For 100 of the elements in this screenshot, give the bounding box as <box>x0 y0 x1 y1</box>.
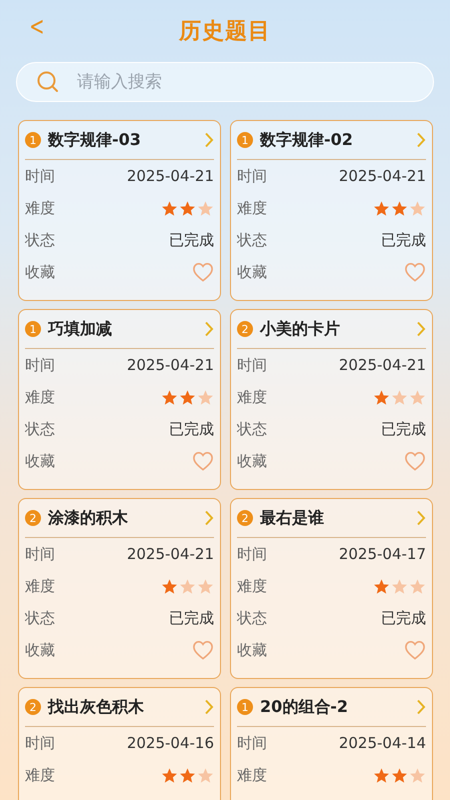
question-card[interactable]: 2 小美的卡片 时间 2025-04-21 难度 状态 已完成 收藏 <box>230 309 433 490</box>
row-label: 收藏 <box>237 640 267 660</box>
row-value: 2025-04-17 <box>338 545 426 563</box>
row-value: 已完成 <box>381 608 426 628</box>
row-label: 难度 <box>25 388 55 406</box>
card-title: 20的组合-2 <box>260 696 350 718</box>
star-icon <box>197 578 214 594</box>
row-label: 时间 <box>25 356 55 374</box>
star-icon <box>197 766 214 784</box>
chevron-right-icon[interactable] <box>204 132 214 148</box>
number-badge: 1 <box>237 699 253 715</box>
row-label: 时间 <box>237 356 267 374</box>
chevron-right-icon[interactable] <box>416 510 426 526</box>
star-icon <box>373 578 390 594</box>
row-label: 难度 <box>237 766 267 784</box>
number-badge: 2 <box>25 699 41 715</box>
question-card[interactable]: 2 最右是谁 时间 2025-04-17 难度 状态 已完成 收藏 <box>230 498 433 679</box>
row-value: 2025-04-21 <box>338 167 426 185</box>
heart-icon[interactable] <box>192 262 214 282</box>
number-badge: 1 <box>25 321 41 337</box>
row-value: 2025-04-21 <box>338 356 426 374</box>
heart-icon[interactable] <box>192 640 214 660</box>
row-label: 状态 <box>25 230 55 250</box>
row-label: 难度 <box>25 198 55 218</box>
chevron-right-icon[interactable] <box>204 699 214 715</box>
number-badge: 2 <box>237 321 253 337</box>
row-label: 难度 <box>237 576 267 596</box>
row-label: 收藏 <box>25 262 55 282</box>
heart-icon[interactable] <box>192 451 214 471</box>
star-icon <box>161 388 178 406</box>
row-label: 状态 <box>25 608 55 628</box>
card-title: 巧填加减 <box>48 318 113 340</box>
row-label: 时间 <box>237 734 267 752</box>
star-icon <box>391 578 408 594</box>
row-label: 状态 <box>237 420 267 438</box>
row-label: 收藏 <box>237 262 267 282</box>
star-icon <box>373 388 390 406</box>
row-value: 已完成 <box>169 608 214 628</box>
row-value: 2025-04-14 <box>338 734 426 752</box>
card-title: 数字规律-02 <box>260 130 354 150</box>
row-label: 时间 <box>237 544 267 564</box>
question-card[interactable]: 1 20的组合-2 时间 2025-04-14 难度 <box>230 687 433 800</box>
card-title: 最右是谁 <box>260 508 325 528</box>
row-value: 2025-04-21 <box>126 545 214 563</box>
row-label: 难度 <box>237 388 267 406</box>
row-label: 时间 <box>25 544 55 564</box>
question-card[interactable]: 1 数字规律-03 时间 2025-04-21 难度 状态 已完成 收藏 <box>18 120 221 301</box>
row-label: 时间 <box>25 166 55 186</box>
row-value: 已完成 <box>381 420 426 438</box>
row-label: 时间 <box>237 166 267 186</box>
star-icon <box>409 766 426 784</box>
star-icon <box>197 388 214 406</box>
question-card[interactable]: 1 巧填加减 时间 2025-04-21 难度 状态 已完成 收藏 <box>18 309 221 490</box>
row-label: 难度 <box>237 198 267 218</box>
search-icon <box>36 70 60 94</box>
card-title: 找出灰色积木 <box>48 696 145 718</box>
row-label: 收藏 <box>25 640 55 660</box>
chevron-right-icon[interactable] <box>204 321 214 337</box>
star-icon <box>391 200 408 216</box>
card-title: 数字规律-03 <box>48 130 142 150</box>
heart-icon[interactable] <box>404 640 426 660</box>
row-value: 2025-04-16 <box>126 734 214 752</box>
number-badge: 2 <box>25 510 41 526</box>
row-label: 状态 <box>25 420 55 438</box>
row-label: 状态 <box>237 230 267 250</box>
card-title: 小美的卡片 <box>260 318 341 340</box>
row-label: 难度 <box>25 766 55 784</box>
question-card[interactable]: 2 找出灰色积木 时间 2025-04-16 难度 <box>18 687 221 800</box>
star-icon <box>373 766 390 784</box>
row-value: 已完成 <box>169 420 214 438</box>
star-icon <box>409 388 426 406</box>
chevron-right-icon[interactable] <box>416 321 426 337</box>
star-icon <box>391 766 408 784</box>
heart-icon[interactable] <box>404 262 426 282</box>
star-icon <box>179 578 196 594</box>
row-value: 已完成 <box>381 230 426 250</box>
question-card[interactable]: 1 数字规律-02 时间 2025-04-21 难度 状态 已完成 收藏 <box>230 120 433 301</box>
page-title: 历史题目 <box>179 18 271 46</box>
star-icon <box>161 200 178 216</box>
star-icon <box>197 200 214 216</box>
chevron-right-icon[interactable] <box>416 699 426 715</box>
row-label: 收藏 <box>25 452 55 470</box>
row-label: 时间 <box>25 734 55 752</box>
star-icon <box>373 200 390 216</box>
star-icon <box>179 200 196 216</box>
chevron-right-icon[interactable] <box>204 510 214 526</box>
star-icon <box>161 578 178 594</box>
search-field[interactable]: 请输入搜索 <box>16 62 434 102</box>
star-icon <box>179 766 196 784</box>
row-value: 2025-04-21 <box>126 167 214 185</box>
row-label: 状态 <box>237 608 267 628</box>
star-icon <box>161 766 178 784</box>
row-value: 已完成 <box>169 230 214 250</box>
chevron-right-icon[interactable] <box>416 132 426 148</box>
row-label: 难度 <box>25 576 55 596</box>
number-badge: 1 <box>237 132 253 148</box>
card-title: 涂漆的积木 <box>48 508 129 528</box>
star-icon <box>409 578 426 594</box>
heart-icon[interactable] <box>404 451 426 471</box>
question-card[interactable]: 2 涂漆的积木 时间 2025-04-21 难度 状态 已完成 收藏 <box>18 498 221 679</box>
